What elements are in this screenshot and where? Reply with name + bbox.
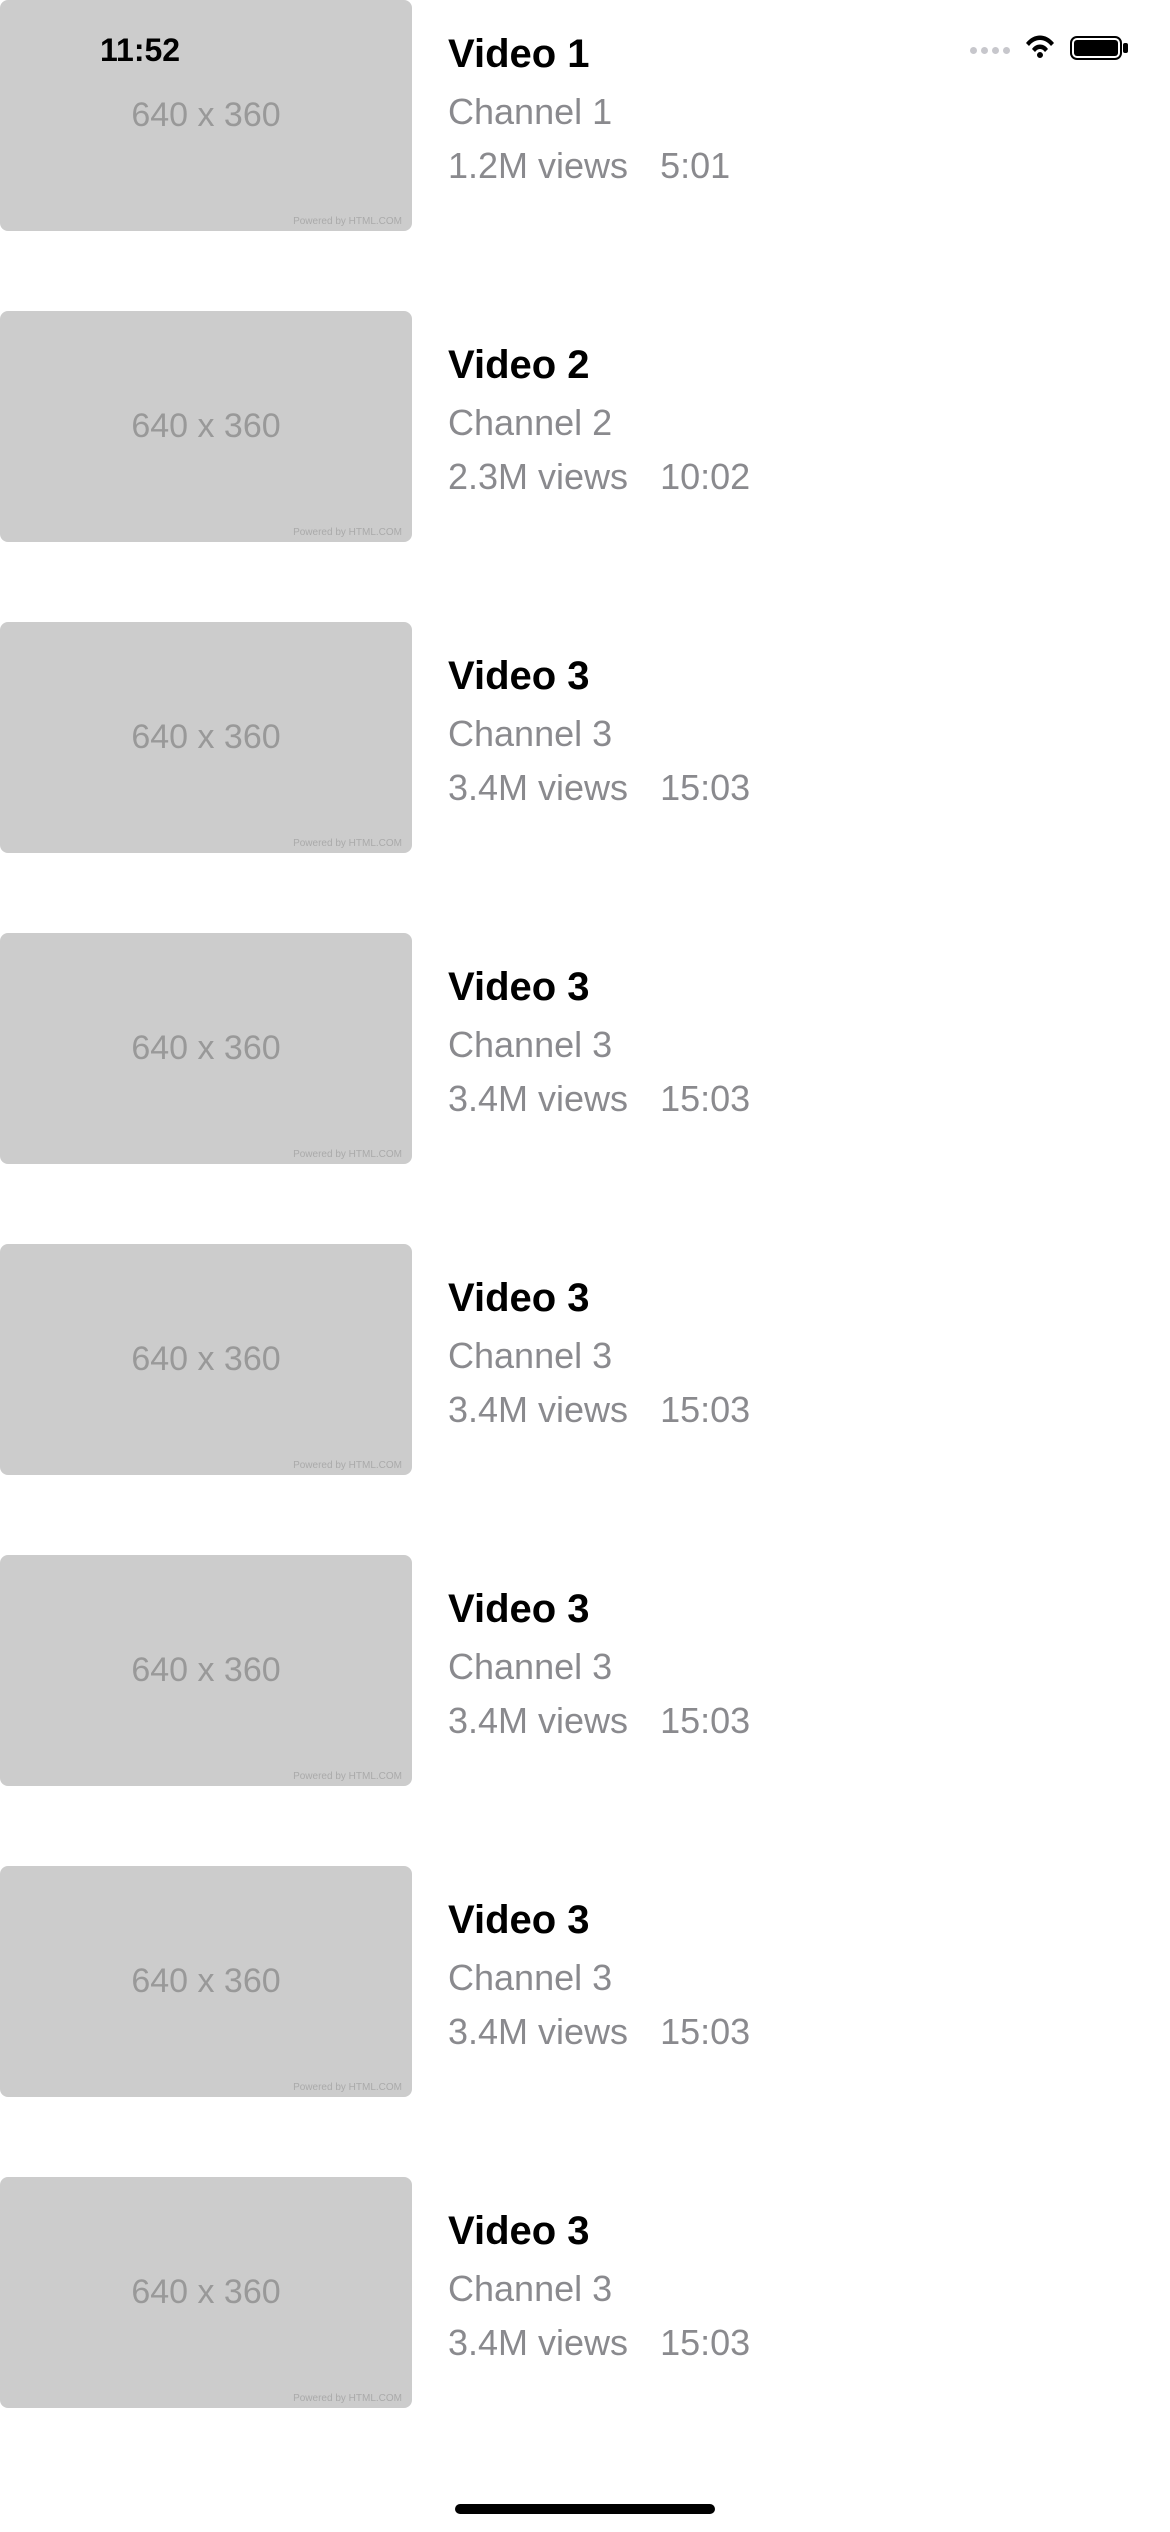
thumbnail-label: 640 x 360 xyxy=(131,96,280,135)
video-channel: Channel 3 xyxy=(448,1646,750,1688)
video-views: 3.4M views xyxy=(448,1389,628,1431)
video-duration: 10:02 xyxy=(660,456,750,498)
video-title: Video 3 xyxy=(448,2209,750,2254)
thumbnail-label: 640 x 360 xyxy=(131,1651,280,1690)
thumbnail-label: 640 x 360 xyxy=(131,2273,280,2312)
video-title: Video 3 xyxy=(448,1898,750,1943)
video-views: 2.3M views xyxy=(448,456,628,498)
video-info: Video 3 Channel 3 3.4M views 15:03 xyxy=(448,933,750,1164)
thumbnail-attribution: Powered by HTML.COM xyxy=(293,1460,402,1471)
video-thumbnail[interactable]: 640 x 360 Powered by HTML.COM xyxy=(0,1866,412,2097)
video-views: 3.4M views xyxy=(448,1078,628,1120)
video-thumbnail[interactable]: 640 x 360 Powered by HTML.COM xyxy=(0,0,412,231)
video-channel: Channel 1 xyxy=(448,91,730,133)
video-info: Video 3 Channel 3 3.4M views 15:03 xyxy=(448,1244,750,1475)
video-channel: Channel 3 xyxy=(448,2268,750,2310)
video-title: Video 3 xyxy=(448,654,750,699)
video-views: 1.2M views xyxy=(448,145,628,187)
video-channel: Channel 2 xyxy=(448,402,750,444)
video-views: 3.4M views xyxy=(448,767,628,809)
thumbnail-attribution: Powered by HTML.COM xyxy=(293,2393,402,2404)
video-item[interactable]: 640 x 360 Powered by HTML.COM Video 3 Chann… xyxy=(0,2177,1170,2408)
video-channel: Channel 3 xyxy=(448,1957,750,1999)
video-duration: 15:03 xyxy=(660,767,750,809)
home-indicator[interactable] xyxy=(455,2504,715,2514)
thumbnail-attribution: Powered by HTML.COM xyxy=(293,838,402,849)
video-channel: Channel 3 xyxy=(448,713,750,755)
video-meta: 3.4M views 15:03 xyxy=(448,2322,750,2364)
thumbnail-label: 640 x 360 xyxy=(131,407,280,446)
video-meta: 3.4M views 15:03 xyxy=(448,1700,750,1742)
video-item[interactable]: 640 x 360 Powered by HTML.COM Video 1 Chann… xyxy=(0,0,1170,231)
video-duration: 5:01 xyxy=(660,145,730,187)
video-views: 3.4M views xyxy=(448,2322,628,2364)
video-thumbnail[interactable]: 640 x 360 Powered by HTML.COM xyxy=(0,311,412,542)
video-thumbnail[interactable]: 640 x 360 Powered by HTML.COM xyxy=(0,2177,412,2408)
video-title: Video 1 xyxy=(448,32,730,77)
video-channel: Channel 3 xyxy=(448,1335,750,1377)
video-title: Video 2 xyxy=(448,343,750,388)
video-duration: 15:03 xyxy=(660,1700,750,1742)
video-info: Video 3 Channel 3 3.4M views 15:03 xyxy=(448,1866,750,2097)
video-duration: 15:03 xyxy=(660,2011,750,2053)
video-thumbnail[interactable]: 640 x 360 Powered by HTML.COM xyxy=(0,622,412,853)
video-list[interactable]: 640 x 360 Powered by HTML.COM Video 1 Chann… xyxy=(0,0,1170,2408)
video-meta: 1.2M views 5:01 xyxy=(448,145,730,187)
video-info: Video 3 Channel 3 3.4M views 15:03 xyxy=(448,1555,750,1786)
video-item[interactable]: 640 x 360 Powered by HTML.COM Video 3 Chann… xyxy=(0,1866,1170,2097)
thumbnail-label: 640 x 360 xyxy=(131,1962,280,2001)
video-title: Video 3 xyxy=(448,1587,750,1632)
video-thumbnail[interactable]: 640 x 360 Powered by HTML.COM xyxy=(0,933,412,1164)
video-title: Video 3 xyxy=(448,965,750,1010)
video-channel: Channel 3 xyxy=(448,1024,750,1066)
video-title: Video 3 xyxy=(448,1276,750,1321)
video-duration: 15:03 xyxy=(660,2322,750,2364)
video-thumbnail[interactable]: 640 x 360 Powered by HTML.COM xyxy=(0,1244,412,1475)
video-item[interactable]: 640 x 360 Powered by HTML.COM Video 3 Chann… xyxy=(0,1555,1170,1786)
video-item[interactable]: 640 x 360 Powered by HTML.COM Video 3 Chann… xyxy=(0,1244,1170,1475)
thumbnail-attribution: Powered by HTML.COM xyxy=(293,527,402,538)
thumbnail-label: 640 x 360 xyxy=(131,1340,280,1379)
thumbnail-attribution: Powered by HTML.COM xyxy=(293,2082,402,2093)
video-thumbnail[interactable]: 640 x 360 Powered by HTML.COM xyxy=(0,1555,412,1786)
video-meta: 3.4M views 15:03 xyxy=(448,767,750,809)
video-item[interactable]: 640 x 360 Powered by HTML.COM Video 3 Chann… xyxy=(0,933,1170,1164)
video-info: Video 3 Channel 3 3.4M views 15:03 xyxy=(448,622,750,853)
video-duration: 15:03 xyxy=(660,1078,750,1120)
video-meta: 2.3M views 10:02 xyxy=(448,456,750,498)
video-info: Video 2 Channel 2 2.3M views 10:02 xyxy=(448,311,750,542)
video-info: Video 1 Channel 1 1.2M views 5:01 xyxy=(448,0,730,231)
video-item[interactable]: 640 x 360 Powered by HTML.COM Video 3 Chann… xyxy=(0,622,1170,853)
video-views: 3.4M views xyxy=(448,2011,628,2053)
video-meta: 3.4M views 15:03 xyxy=(448,1389,750,1431)
thumbnail-attribution: Powered by HTML.COM xyxy=(293,1149,402,1160)
video-duration: 15:03 xyxy=(660,1389,750,1431)
video-info: Video 3 Channel 3 3.4M views 15:03 xyxy=(448,2177,750,2408)
video-views: 3.4M views xyxy=(448,1700,628,1742)
thumbnail-label: 640 x 360 xyxy=(131,718,280,757)
thumbnail-label: 640 x 360 xyxy=(131,1029,280,1068)
thumbnail-attribution: Powered by HTML.COM xyxy=(293,1771,402,1782)
thumbnail-attribution: Powered by HTML.COM xyxy=(293,216,402,227)
video-meta: 3.4M views 15:03 xyxy=(448,2011,750,2053)
video-item[interactable]: 640 x 360 Powered by HTML.COM Video 2 Chann… xyxy=(0,311,1170,542)
video-meta: 3.4M views 15:03 xyxy=(448,1078,750,1120)
